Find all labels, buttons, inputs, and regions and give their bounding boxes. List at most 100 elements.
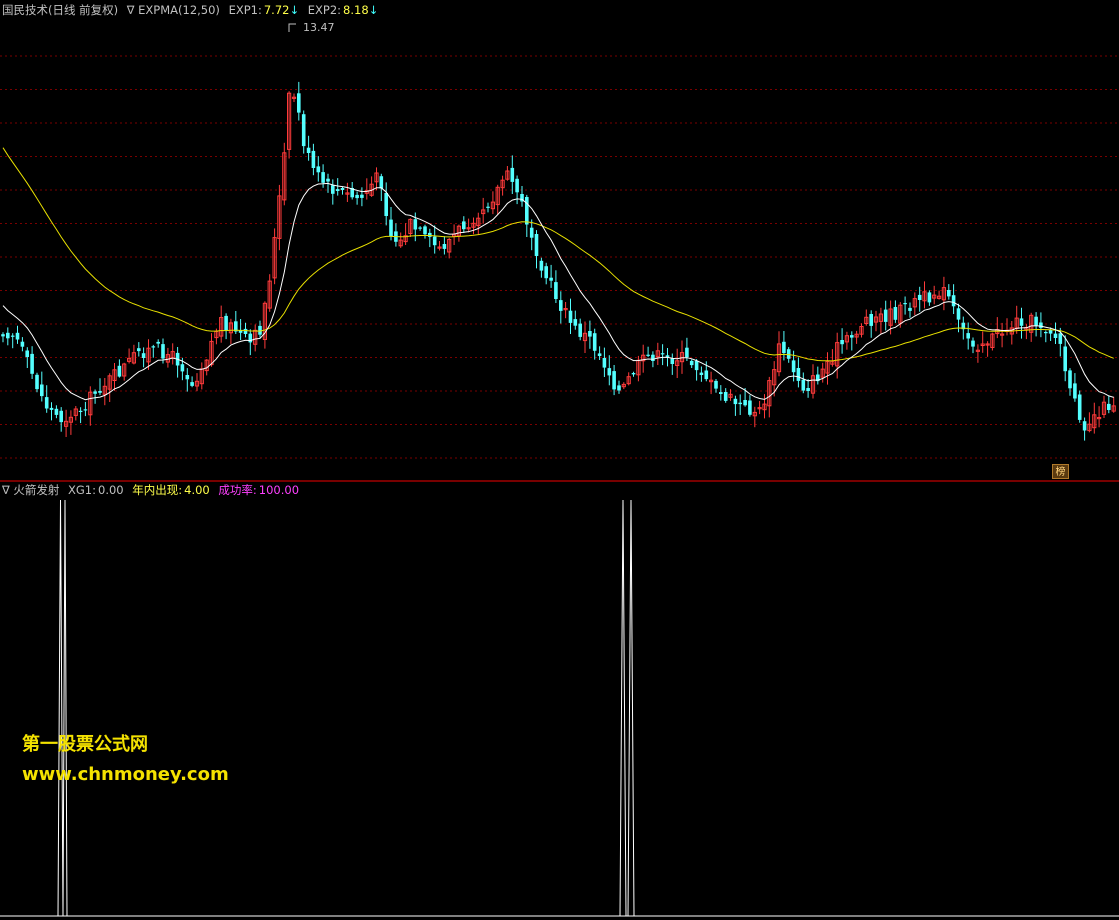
- candle-body-down: [869, 314, 873, 326]
- candle-body-down: [1068, 370, 1072, 389]
- candle-body-down: [316, 166, 321, 173]
- candle-body-down: [423, 226, 427, 235]
- candle-body-down: [559, 300, 563, 311]
- candle-body-down: [947, 290, 951, 297]
- signal-spike: [57, 499, 64, 917]
- signal-spike: [619, 499, 627, 917]
- candle-body-down: [413, 219, 418, 230]
- candle-body-down: [180, 364, 185, 372]
- candle-body-down: [311, 150, 316, 168]
- candle-body-down: [893, 307, 898, 320]
- candle-body-down: [418, 227, 422, 229]
- lower-panel-header: ∇ 火箭发射 XG1: 0.00 年内出现: 4.00 成功率: 100.00: [2, 483, 304, 497]
- candle-body-down: [141, 353, 146, 358]
- candle-body-down: [515, 178, 519, 193]
- candle-body-down: [59, 410, 63, 423]
- candle-body-down: [326, 178, 330, 182]
- candle-body-down: [10, 335, 15, 337]
- candle-body-down: [651, 354, 655, 361]
- candle-body-down: [801, 379, 806, 391]
- candle-body-down: [190, 382, 194, 386]
- candle-body-down: [340, 188, 345, 190]
- candle-body-down: [699, 372, 704, 375]
- candle-body-down: [151, 346, 156, 348]
- candle-body-down: [137, 348, 141, 352]
- candle-body-down: [689, 360, 694, 366]
- stock-name: 国民技术: [2, 3, 48, 17]
- watermark-title: 第一股票公式网: [22, 734, 148, 755]
- candle-body-down: [20, 341, 25, 347]
- candle-body-down: [389, 219, 393, 237]
- candle-body-down: [917, 294, 922, 300]
- candle-body-down: [971, 340, 975, 347]
- candle-body-down: [442, 244, 447, 249]
- candle-body-down: [956, 308, 961, 320]
- candle-body-down: [117, 365, 122, 377]
- candle-body-down: [665, 355, 670, 357]
- exp2-label: EXP2:: [307, 3, 342, 17]
- candle-body-down: [578, 323, 582, 337]
- candle-body-down: [951, 295, 956, 307]
- signal-spikes: [57, 499, 635, 917]
- candle-body-down: [743, 400, 747, 406]
- indicator-name[interactable]: ∇ EXPMA(12,50): [127, 3, 220, 17]
- candle-body-down: [1, 334, 5, 337]
- peak-marker: 13.47: [288, 21, 335, 34]
- xg1-label: XG1:: [68, 483, 96, 497]
- year-label: 年内出现:: [132, 483, 183, 497]
- upper-panel-header: 国民技术(日线 前复权) ∇ EXPMA(12,50) EXP1: 7.72↓ E…: [2, 3, 383, 17]
- candle-body-down: [685, 347, 689, 358]
- candle-body-down: [185, 375, 190, 380]
- candle-body-down: [1044, 332, 1048, 334]
- success-value: 100.00: [258, 483, 300, 497]
- candle-body-down: [243, 328, 248, 334]
- candle-body-down: [612, 371, 616, 390]
- candle-body-down: [738, 402, 742, 405]
- candle-body-down: [714, 380, 718, 389]
- candle-body-down: [525, 197, 529, 225]
- period-note: (日线 前复权): [48, 3, 119, 17]
- candle-body-down: [850, 335, 854, 338]
- candle-body-down: [791, 360, 796, 373]
- exp2-value: 8.18: [343, 3, 369, 17]
- candle-body-down: [1073, 383, 1077, 399]
- candle-body-down: [1034, 316, 1038, 326]
- candle-body-down: [25, 350, 29, 357]
- candle-body-down: [660, 353, 665, 355]
- signal-spike: [62, 499, 68, 917]
- candle-body-down: [35, 374, 39, 390]
- candle-body-down: [49, 407, 54, 410]
- exp2-arrow-icon: ↓: [368, 3, 379, 17]
- year-value: 4.00: [184, 483, 210, 497]
- candle-body-down: [301, 114, 306, 147]
- candle-body-down: [568, 310, 573, 323]
- candle-body-down: [93, 391, 97, 394]
- candle-body-down: [15, 332, 20, 340]
- candle-body-down: [83, 409, 88, 411]
- lower-indicator-name[interactable]: ∇ 火箭发射: [2, 483, 59, 497]
- rank-badge[interactable]: 榜: [1052, 464, 1069, 479]
- candle-body-down: [161, 344, 165, 359]
- candle-body-down: [694, 360, 699, 371]
- candle-body-down: [631, 373, 636, 375]
- candle-body-down: [617, 385, 621, 391]
- candle-body-down: [903, 303, 907, 305]
- candle-body-down: [1058, 333, 1063, 344]
- candle-body-down: [428, 232, 432, 237]
- candle-body-down: [549, 277, 553, 281]
- candle-body-down: [1053, 333, 1058, 338]
- candle-body-down: [786, 349, 791, 359]
- candle-body-down: [573, 319, 578, 326]
- candle-body-down: [539, 260, 544, 271]
- candle-body-down: [748, 400, 752, 415]
- candle-body-down: [908, 307, 912, 311]
- candle-body-down: [335, 189, 340, 191]
- candle-body-down: [1082, 421, 1087, 431]
- candle-body-down: [384, 193, 388, 216]
- candle-body-down: [607, 368, 612, 376]
- candle-body-down: [40, 384, 44, 397]
- candle-body-down: [1063, 346, 1067, 372]
- success-label: 成功率:: [218, 483, 257, 497]
- candle-body-down: [224, 315, 228, 331]
- exp1-value: 7.72: [263, 3, 290, 17]
